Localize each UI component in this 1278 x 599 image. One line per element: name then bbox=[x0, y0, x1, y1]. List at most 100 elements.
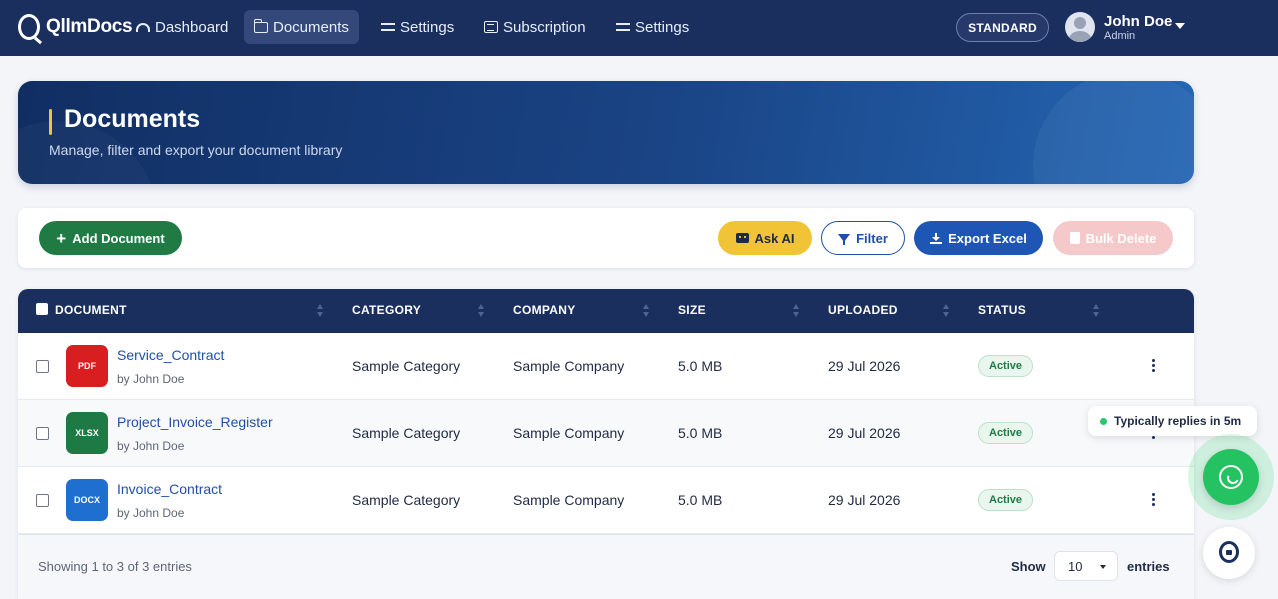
assistant-launcher-button[interactable] bbox=[1203, 527, 1255, 579]
column-header-uploaded[interactable]: UPLOADED bbox=[828, 303, 898, 317]
table-footer: Showing 1 to 3 of 3 entries Show 10 entr… bbox=[18, 534, 1194, 599]
nav-item-label: Settings bbox=[635, 18, 690, 36]
pdf-file-icon: PDF bbox=[66, 345, 108, 387]
brand-assistant-icon bbox=[1219, 541, 1239, 563]
document-owner: by John Doe bbox=[117, 372, 185, 386]
column-header-document[interactable]: DOCUMENT bbox=[55, 303, 127, 317]
export-excel-button[interactable]: Export Excel bbox=[914, 221, 1043, 255]
sort-icon[interactable] bbox=[478, 304, 486, 318]
robot-icon bbox=[735, 233, 749, 243]
nav-item-dashboard[interactable]: Dashboard bbox=[126, 10, 238, 44]
sort-icon[interactable] bbox=[1093, 304, 1101, 318]
row-actions-menu-icon[interactable] bbox=[1146, 355, 1162, 375]
status-badge: Active bbox=[978, 355, 1034, 377]
user-name[interactable]: John Doe bbox=[1104, 13, 1172, 30]
column-header-category[interactable]: CATEGORY bbox=[352, 303, 421, 317]
document-uploaded-date: 29 Jul 2026 bbox=[828, 492, 901, 508]
sort-icon[interactable] bbox=[643, 304, 651, 318]
sliders-icon bbox=[381, 21, 395, 33]
brand-logo[interactable]: QllmDocs bbox=[18, 14, 133, 40]
document-category: Sample Category bbox=[352, 358, 461, 374]
plan-badge[interactable]: STANDARD bbox=[956, 13, 1049, 42]
document-owner: by John Doe bbox=[117, 439, 185, 453]
nav-item-label: Dashboard bbox=[155, 18, 229, 36]
column-header-size[interactable]: SIZE bbox=[678, 303, 706, 317]
whatsapp-chat-button[interactable] bbox=[1203, 449, 1259, 505]
document-name-link[interactable]: Service_Contract bbox=[117, 347, 224, 363]
chat-availability-tooltip: Typically replies in 5m bbox=[1088, 406, 1257, 436]
table-row[interactable]: PDF Service_Contract by John Doe Sample … bbox=[18, 333, 1194, 400]
document-uploaded-date: 29 Jul 2026 bbox=[828, 425, 901, 441]
document-company: Sample Company bbox=[513, 425, 625, 441]
xlsx-file-icon: XLSX bbox=[66, 412, 108, 454]
entries-summary: Showing 1 to 3 of 3 entries bbox=[38, 559, 192, 574]
select-all-checkbox[interactable] bbox=[36, 303, 48, 315]
document-company: Sample Company bbox=[513, 492, 625, 508]
avatar[interactable] bbox=[1065, 12, 1095, 42]
table-row[interactable]: XLSX Project_Invoice_Register by John Do… bbox=[18, 400, 1194, 467]
status-badge: Active bbox=[978, 489, 1034, 511]
plus-icon: + bbox=[56, 228, 67, 248]
document-size: 5.0 MB bbox=[678, 358, 723, 374]
nav-item-label: Subscription bbox=[503, 18, 586, 36]
ask-ai-button[interactable]: Ask AI bbox=[718, 221, 812, 255]
row-checkbox[interactable] bbox=[36, 427, 49, 440]
document-name-link[interactable]: Invoice_Contract bbox=[117, 481, 222, 497]
bulk-delete-label: Bulk Delete bbox=[1085, 230, 1157, 246]
ask-ai-label: Ask AI bbox=[754, 230, 795, 246]
row-actions-menu-icon[interactable] bbox=[1146, 489, 1162, 509]
nav-item-settings[interactable]: Settings bbox=[371, 10, 464, 44]
page-subtitle: Manage, filter and export your document … bbox=[49, 142, 343, 158]
nav-item-label: Settings bbox=[400, 18, 455, 36]
decorative-circle bbox=[1033, 81, 1194, 184]
download-icon bbox=[930, 232, 943, 244]
folder-icon bbox=[254, 18, 268, 33]
docx-file-icon: DOCX bbox=[66, 479, 108, 521]
export-label: Export Excel bbox=[948, 230, 1027, 246]
brand-mark-icon bbox=[18, 14, 40, 40]
nav-item-documents[interactable]: Documents bbox=[244, 10, 359, 44]
document-name-link[interactable]: Project_Invoice_Register bbox=[117, 414, 273, 430]
document-uploaded-date: 29 Jul 2026 bbox=[828, 358, 901, 374]
add-document-button[interactable]: + Add Document bbox=[39, 221, 182, 255]
filter-button[interactable]: Filter bbox=[821, 221, 905, 255]
document-size: 5.0 MB bbox=[678, 425, 723, 441]
column-header-status[interactable]: STATUS bbox=[978, 303, 1026, 317]
documents-table: DOCUMENT CATEGORY COMPANY SIZE UPLOADED … bbox=[18, 289, 1194, 599]
sort-icon[interactable] bbox=[943, 304, 951, 318]
document-category: Sample Category bbox=[352, 492, 461, 508]
add-document-label: Add Document bbox=[72, 230, 165, 246]
user-role: Admin bbox=[1104, 30, 1136, 42]
filter-funnel-icon bbox=[838, 234, 851, 245]
table-row[interactable]: DOCX Invoice_Contract by John Doe Sample… bbox=[18, 467, 1194, 534]
page-header-banner: Documents Manage, filter and export your… bbox=[18, 81, 1194, 184]
chat-availability-text: Typically replies in 5m bbox=[1114, 414, 1242, 428]
whatsapp-icon bbox=[1219, 465, 1243, 489]
chevron-down-icon[interactable] bbox=[1175, 23, 1185, 29]
column-header-company[interactable]: COMPANY bbox=[513, 303, 576, 317]
document-company: Sample Company bbox=[513, 358, 625, 374]
online-status-dot bbox=[1100, 417, 1107, 425]
nav-item-settings-2[interactable]: Settings bbox=[606, 10, 699, 44]
status-badge: Active bbox=[978, 422, 1034, 444]
page-title: Documents bbox=[64, 105, 201, 133]
table-header: DOCUMENT CATEGORY COMPANY SIZE UPLOADED … bbox=[18, 289, 1194, 333]
sliders-icon bbox=[616, 21, 630, 33]
dashboard-gauge-icon bbox=[136, 22, 150, 32]
show-label: Show bbox=[1011, 559, 1046, 574]
page-size-select[interactable]: 10 bbox=[1054, 551, 1118, 581]
trash-icon bbox=[1069, 232, 1080, 244]
nav-item-subscription[interactable]: Subscription bbox=[474, 10, 596, 44]
row-checkbox[interactable] bbox=[36, 494, 49, 507]
actions-toolbar: + Add Document Ask AI Filter Export Exce… bbox=[18, 208, 1194, 268]
receipt-icon bbox=[484, 21, 498, 33]
document-category: Sample Category bbox=[352, 425, 461, 441]
sort-icon[interactable] bbox=[317, 304, 325, 318]
row-checkbox[interactable] bbox=[36, 360, 49, 373]
bulk-delete-button[interactable]: Bulk Delete bbox=[1053, 221, 1173, 255]
sort-icon[interactable] bbox=[793, 304, 801, 318]
document-owner: by John Doe bbox=[117, 506, 185, 520]
filter-label: Filter bbox=[856, 230, 888, 246]
brand-name: QllmDocs bbox=[46, 16, 133, 37]
document-size: 5.0 MB bbox=[678, 492, 723, 508]
